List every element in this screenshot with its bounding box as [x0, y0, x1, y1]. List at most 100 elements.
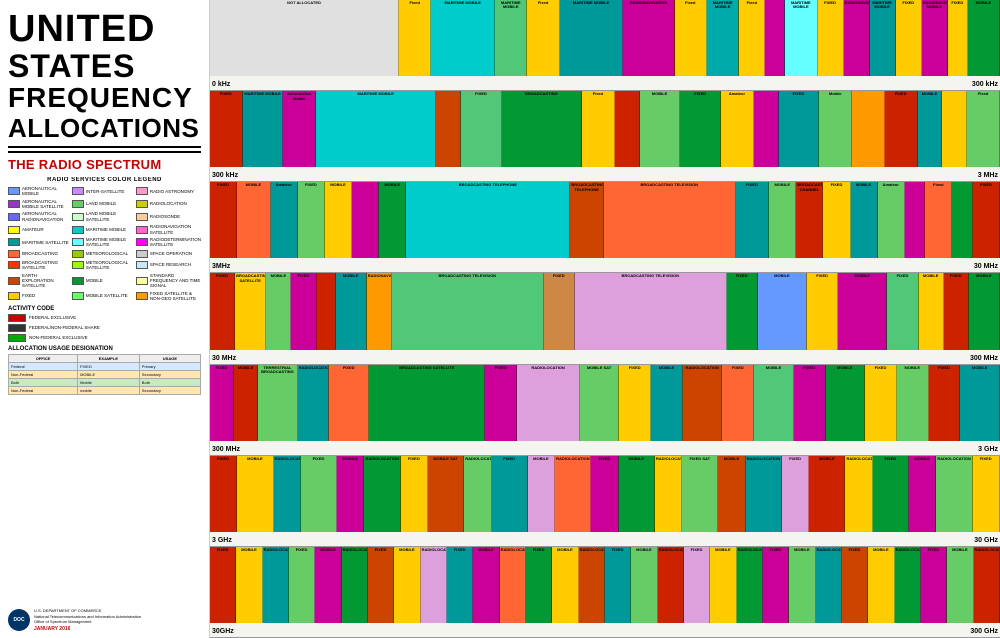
band-r3-1: FIXED [210, 182, 237, 258]
band-not-allocated: NOT ALLOCATED [210, 0, 399, 76]
band-r3-18: Fixed [925, 182, 952, 258]
spectrum-row-6: FIXED MOBILE RADIOLOCATION FIXED MOBILE … [210, 456, 1000, 547]
footer-date: JANUARY 2016 [34, 626, 141, 632]
doc-logo-icon: DOC [8, 609, 30, 631]
band-radionavigation4: RADIONAVIGATION MOBILE [922, 0, 948, 76]
band-maritime-mob: MARITIME MOBILE [431, 0, 495, 76]
alloc-cell: Both [9, 378, 78, 386]
band-fixed4: Fixed [739, 0, 765, 76]
band-r7-16: FIXED [605, 547, 631, 623]
band-r4-4: FIXED [291, 273, 316, 349]
legend-swatch-mobile [72, 277, 84, 285]
legend-label-space-res: SPACE RESEARCH [150, 262, 191, 267]
legend-item: AMATEUR [8, 224, 69, 235]
band-r4-5 [317, 273, 336, 349]
band-r3-8: BROADCASTING TELEPHONE [406, 182, 570, 258]
legend-label-mobile-sat: MOBILE SATELLITE [86, 293, 128, 298]
alloc-header-example: EXAMPLE [78, 354, 140, 362]
title-states: STATES [8, 50, 201, 84]
alloc-cell: Primary [139, 362, 200, 370]
band-r6-23: MOBILE [909, 456, 936, 532]
allocation-section: ALLOCATION USAGE DESIGNATION OFFICE EXAM… [8, 346, 201, 395]
band-r7-20: MOBILE [710, 547, 736, 623]
footer-sub2: Office of Spectrum Management [34, 619, 141, 625]
band-r3-19 [952, 182, 973, 258]
legend-label-land-mob: LAND MOBILE [86, 201, 116, 206]
band-r7-2: MOBILE [236, 547, 262, 623]
band-r6-12: RADIOLOCATION [555, 456, 591, 532]
allocation-table: OFFICE EXAMPLE USAGE Federal FIXED Prima… [8, 354, 201, 395]
legend-label-maritime-mob: MARITIME MOBILE [86, 227, 126, 232]
band-r3-17 [905, 182, 926, 258]
band-r6-8: MOBILE SAT [428, 456, 464, 532]
band-r2-17: FIXED [885, 91, 918, 167]
legend-item: RADIODETERMINATION SATELLITE [136, 237, 201, 248]
band-r7-27: RADIOLOCATION [895, 547, 921, 623]
band-r2-11: FIXED [680, 91, 721, 167]
legend-label-maritime-mob-sat: MARITIME MOBILE SATELLITE [86, 237, 133, 248]
band-r4-15: FIXED [887, 273, 918, 349]
row3-label-left: 3MHz [212, 263, 230, 270]
row1-label-right: 300 kHz [972, 81, 998, 88]
band-r7-9: RADIOLOCATION [421, 547, 447, 623]
band-r5-9: MOBILE SAT [580, 365, 620, 441]
alloc-cell: Both [139, 378, 200, 386]
band-r6-17: MOBILE [718, 456, 745, 532]
band-r3-4: FIXED [298, 182, 325, 258]
band-r2-18: MOBILE [918, 91, 943, 167]
band-maritime-mob5: MARITIME MOBILE [785, 0, 817, 76]
legend-label-radiodet-sat: RADIODETERMINATION SATELLITE [150, 237, 201, 248]
alloc-cell: Federal [9, 362, 78, 370]
band-fixed7: FIXED [948, 0, 968, 76]
band-r3-12: MOBILE [769, 182, 796, 258]
footer-logos: DOC U.S. DEPARTMENT OF COMMERCE National… [8, 608, 201, 632]
band-r5-10: FIXED [619, 365, 651, 441]
legend-label-meteor-sat: METEOROLOGICAL SATELLITE [86, 260, 133, 271]
spectrum-row-4-inner: FIXED BROADCASTING SATELLITE MOBILE FIXE… [210, 273, 1000, 349]
band-fixed6: FIXED [896, 0, 922, 76]
alloc-row-both: Both Mobile Both [9, 378, 201, 386]
legend-label-aero-mobile: AERONAUTICAL MOBILE [22, 186, 69, 197]
title-frequency: FREQUENCY [8, 83, 201, 114]
band-r6-1: FIXED [210, 456, 237, 532]
row4-label-right: 300 MHz [970, 355, 998, 362]
band-r2-2: MARITIME MOBILE [243, 91, 284, 167]
activity-label-federal: FEDERAL EXCLUSIVE [29, 315, 76, 320]
band-r5-14: MOBILE [754, 365, 794, 441]
activity-section: ACTIVITY CODE FEDERAL EXCLUSIVE FEDERAL/… [8, 306, 201, 342]
band-r5-2: MOBILE [234, 365, 258, 441]
legend-label-radioloc: RADIOLOCATION [150, 201, 187, 206]
legend-label-radiosonde: RADIOSONDE [150, 214, 180, 219]
band-r7-15: RADIOLOCATION [579, 547, 605, 623]
legend-item: MARITIME SATELLITE [8, 237, 69, 248]
band-r4-3: MOBILE [266, 273, 291, 349]
band-r6-6: RADIOLOCATION [364, 456, 400, 532]
spectrum-row-5-inner: FIXED MOBILE TERRESTRIAL BROADCASTING RA… [210, 365, 1000, 441]
activity-items: FEDERAL EXCLUSIVE FEDERAL/NON-FEDERAL SH… [8, 314, 201, 342]
legend-item: BROADCASTING [8, 250, 69, 258]
legend-swatch-radioloc [136, 200, 148, 208]
legend-item: RADIO ASTRONOMY [136, 186, 201, 197]
band-r2-8: Fixed [582, 91, 615, 167]
legend-item: RADIONAVIGATION SATELLITE [136, 224, 201, 235]
activity-swatch-shared [8, 324, 26, 332]
legend-swatch-maritime-mob [72, 226, 84, 234]
band-r6-19: FIXED [782, 456, 809, 532]
band-r7-19: FIXED [684, 547, 710, 623]
band-r2-5 [436, 91, 461, 167]
band-r5-7: FIXED [485, 365, 517, 441]
band-r7-1: FIXED [210, 547, 236, 623]
band-r4-16: MOBILE [919, 273, 944, 349]
band-r7-23: MOBILE [789, 547, 815, 623]
band-r3-9: BROADCASTING TELEPHONE [570, 182, 604, 258]
alloc-cell: Non-Federal [9, 386, 78, 394]
legend-item: MARITIME MOBILE [72, 224, 133, 235]
spectrum-chart: NOT ALLOCATED Fixed MARITIME MOBILE MARI… [210, 0, 1000, 638]
legend-swatch-amateur [8, 226, 20, 234]
alloc-row-federal: Federal FIXED Primary [9, 362, 201, 370]
band-r3-11: FIXED [736, 182, 770, 258]
legend-swatch-fixed [8, 292, 20, 300]
band-r6-5: MOBILE [337, 456, 364, 532]
legend-swatch-meteor-sat [72, 261, 84, 269]
band-r6-16: FIXED SAT [682, 456, 718, 532]
